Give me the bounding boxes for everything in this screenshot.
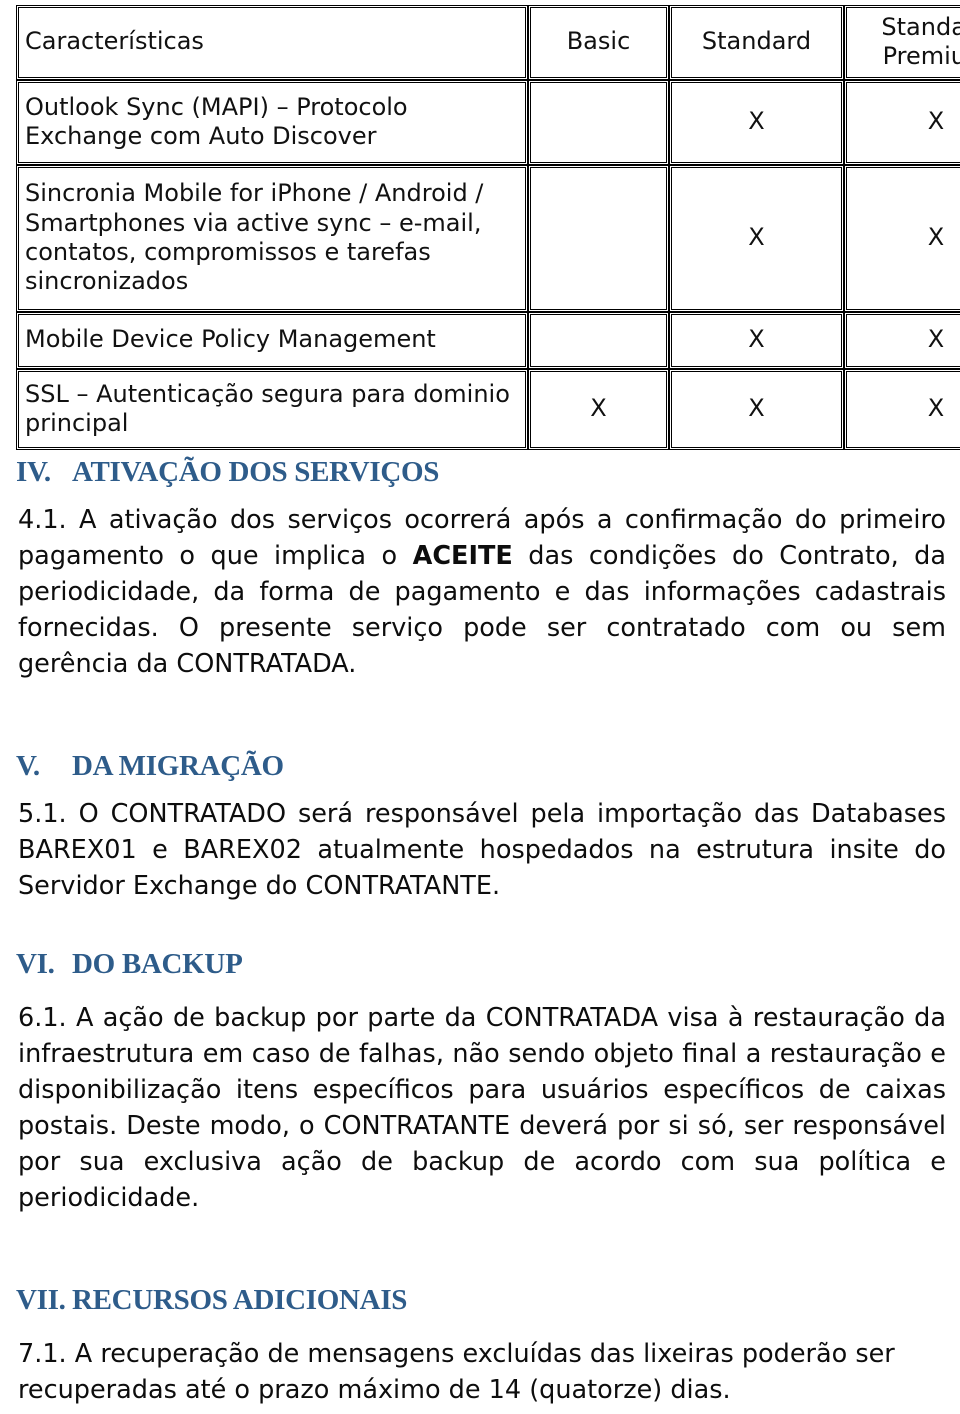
- feature-comparison-table: Características Basic Standard Standard …: [16, 5, 960, 450]
- column-header-features: Características: [16, 5, 528, 80]
- cell-basic: [528, 165, 669, 312]
- cell-standard: X: [669, 165, 844, 312]
- cell-standard-premium: X: [844, 369, 960, 450]
- cell-basic: [528, 80, 669, 165]
- cell-standard-premium: X: [844, 165, 960, 312]
- column-header-standard-premium: Standard Premium: [844, 5, 960, 80]
- cell-standard: X: [669, 369, 844, 450]
- table-header-row: Características Basic Standard Standard …: [16, 5, 960, 80]
- section-title: RECURSOS ADICIONAIS: [72, 1284, 408, 1316]
- paragraph-4-1: 4.1. A ativação dos serviços ocorrerá ap…: [18, 502, 946, 682]
- column-header-standard-premium-line2: Premium: [882, 42, 960, 70]
- cell-basic: [528, 312, 669, 369]
- feature-comparison-table-wrapper: Características Basic Standard Standard …: [16, 5, 960, 450]
- section-heading-recursos-adicionais: VII. RECURSOS ADICIONAIS: [16, 1284, 407, 1317]
- column-header-basic: Basic: [528, 5, 669, 80]
- feature-label: Sincronia Mobile for iPhone / Android / …: [16, 165, 528, 312]
- section-title: DA MIGRAÇÃO: [72, 750, 284, 782]
- table-row: SSL – Autenticação segura para dominio p…: [16, 369, 960, 450]
- section-numeral: VII.: [16, 1284, 66, 1316]
- feature-label: SSL – Autenticação segura para dominio p…: [16, 369, 528, 450]
- column-header-standard: Standard: [669, 5, 844, 80]
- section-title: DO BACKUP: [72, 948, 243, 980]
- section-numeral: V.: [16, 750, 40, 782]
- paragraph-7-1: 7.1. A recuperação de mensagens excluída…: [18, 1339, 895, 1405]
- cell-standard-premium: X: [844, 312, 960, 369]
- cell-standard-premium: X: [844, 80, 960, 165]
- section-heading-ativacao-dos-servicos: IV. ATIVAÇÃO DOS SERVIÇOS: [16, 456, 439, 489]
- cell-standard: X: [669, 312, 844, 369]
- table-row: Outlook Sync (MAPI) – Protocolo Exchange…: [16, 80, 960, 165]
- section-heading-da-migracao: V. DA MIGRAÇÃO: [16, 750, 284, 783]
- paragraph-6-1: 6.1. A ação de backup por parte da CONTR…: [18, 1003, 946, 1213]
- table-row: Mobile Device Policy Management X X: [16, 312, 960, 369]
- cell-standard: X: [669, 80, 844, 165]
- document-page: Características Basic Standard Standard …: [0, 0, 960, 1414]
- feature-label: Outlook Sync (MAPI) – Protocolo Exchange…: [16, 80, 528, 165]
- feature-label: Mobile Device Policy Management: [16, 312, 528, 369]
- paragraph-5-1: 5.1. O CONTRATADO será responsável pela …: [18, 799, 946, 901]
- paragraph-4-1-emphasis: ACEITE: [412, 541, 513, 571]
- section-numeral: IV.: [16, 456, 51, 488]
- cell-basic: X: [528, 369, 669, 450]
- column-header-standard-premium-line1: Standard: [881, 12, 960, 41]
- section-title: ATIVAÇÃO DOS SERVIÇOS: [72, 456, 440, 488]
- table-row: Sincronia Mobile for iPhone / Android / …: [16, 165, 960, 312]
- section-heading-do-backup: VI. DO BACKUP: [16, 948, 243, 981]
- section-numeral: VI.: [16, 948, 55, 980]
